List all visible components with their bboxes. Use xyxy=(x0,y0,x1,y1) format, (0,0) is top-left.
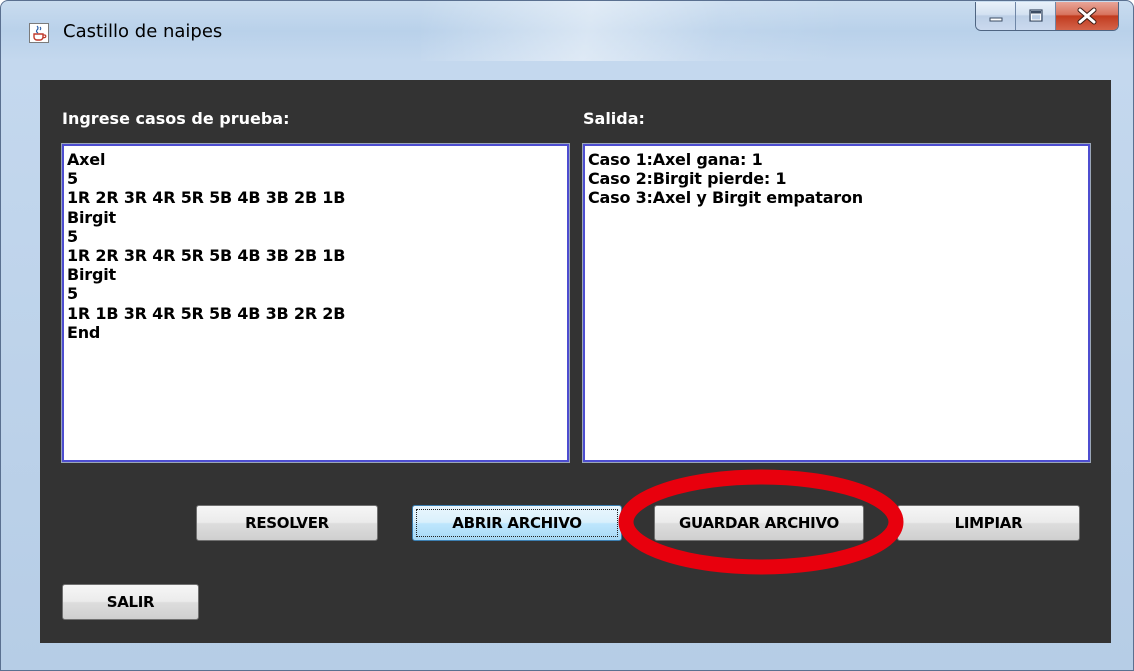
java-cup-icon[interactable] xyxy=(29,23,49,43)
window-title: Castillo de naipes xyxy=(63,21,223,42)
guardar-archivo-button[interactable]: GUARDAR ARCHIVO xyxy=(654,505,864,541)
resolver-button[interactable]: RESOLVER xyxy=(196,505,378,541)
output-label: Salida: xyxy=(583,109,645,128)
input-line: 5 xyxy=(67,169,78,189)
input-line: 5 xyxy=(67,226,78,246)
input-line: Birgit xyxy=(67,265,116,285)
close-icon[interactable] xyxy=(1056,2,1118,30)
minimize-icon[interactable] xyxy=(976,2,1016,30)
input-line: Birgit xyxy=(67,207,116,227)
output-line: Caso 2:Birgit pierde: 1 xyxy=(588,169,787,189)
output-line: Caso 3:Axel y Birgit empataron xyxy=(588,188,863,208)
input-line: 5 xyxy=(67,284,78,304)
input-line: End xyxy=(67,322,101,342)
focus-ring xyxy=(416,509,618,537)
main-panel: Ingrese casos de prueba: Salida: Axel 5 … xyxy=(40,80,1111,643)
input-label: Ingrese casos de prueba: xyxy=(62,109,290,128)
maximize-icon[interactable] xyxy=(1016,2,1056,30)
abrir-archivo-button[interactable]: ABRIR ARCHIVO xyxy=(412,505,622,541)
input-line: 1R 2R 3R 4R 5R 5B 4B 3B 2B 1B xyxy=(67,246,346,266)
input-line: Axel xyxy=(67,150,106,169)
salir-button[interactable]: SALIR xyxy=(62,584,199,620)
output-textarea[interactable]: Caso 1:Axel gana: 1 Caso 2:Birgit pierde… xyxy=(582,143,1091,463)
output-line: Caso 1:Axel gana: 1 xyxy=(588,150,763,169)
title-bar[interactable]: Castillo de naipes xyxy=(1,1,1133,59)
input-line: 1R 2R 3R 4R 5R 5B 4B 3B 2B 1B xyxy=(67,188,346,208)
caption-buttons xyxy=(975,2,1119,31)
input-textarea[interactable]: Axel 5 1R 2R 3R 4R 5R 5B 4B 3B 2B 1B Bir… xyxy=(61,143,570,463)
app-window: Castillo de naipes Ingrese casos de prue… xyxy=(0,0,1134,671)
input-line: 1R 1B 3R 4R 5R 5B 4B 3B 2R 2B xyxy=(67,303,346,323)
limpiar-button[interactable]: LIMPIAR xyxy=(897,505,1080,541)
